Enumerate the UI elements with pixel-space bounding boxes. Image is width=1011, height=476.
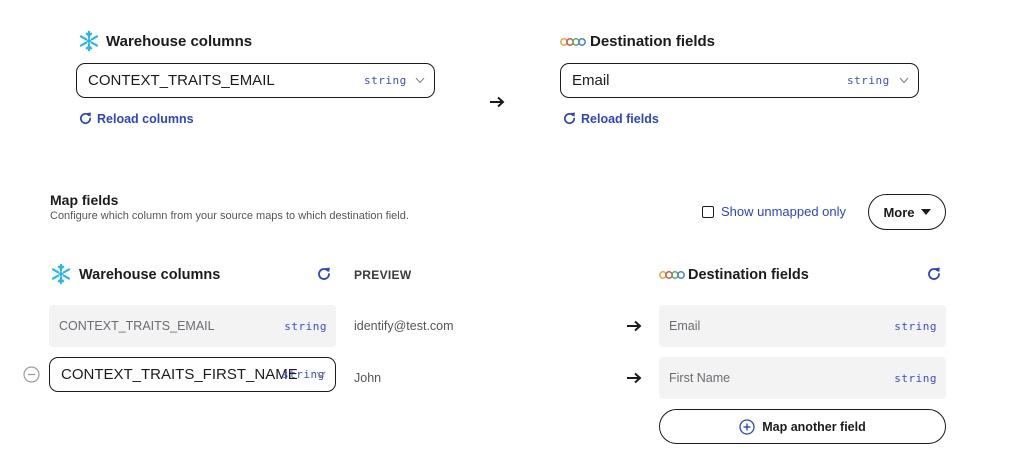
- destination-logo-icon: [659, 268, 685, 282]
- map-another-field-label: Map another field: [762, 419, 866, 434]
- reload-fields-link[interactable]: Reload fields: [562, 111, 659, 126]
- row-1-source-field: CONTEXT_TRAITS_EMAIL string: [49, 305, 336, 347]
- row-2-destination-field[interactable]: First Name string: [659, 357, 946, 399]
- source-column-value: CONTEXT_TRAITS_EMAIL: [88, 72, 275, 89]
- row-1-source-type: string: [284, 320, 327, 333]
- destination-title: Destination fields: [590, 33, 716, 50]
- arrow-right-icon: [626, 372, 642, 384]
- row-1-preview: identify@test.com: [354, 319, 454, 333]
- chevron-down-icon: [315, 368, 327, 380]
- destination-logo-icon: [560, 35, 586, 49]
- show-unmapped-checkbox[interactable]: [702, 205, 714, 218]
- source-column-select[interactable]: CONTEXT_TRAITS_EMAIL string: [76, 63, 435, 98]
- reload-columns-link[interactable]: Reload columns: [78, 111, 194, 126]
- row-1-destination-value: Email: [669, 319, 701, 333]
- row-1-destination-field: Email string: [659, 305, 946, 347]
- reload-fields-label: Reload fields: [581, 112, 659, 126]
- caret-down-icon: [920, 209, 931, 215]
- row-2-destination-type: string: [894, 372, 937, 385]
- source-type-badge: string: [364, 74, 407, 87]
- refresh-icon: [562, 111, 577, 126]
- refresh-fields-icon[interactable]: [926, 266, 942, 282]
- arrow-right-icon: [626, 320, 642, 332]
- map-fields-description: Configure which column from your source …: [50, 210, 409, 222]
- map-another-field-button[interactable]: Map another field: [659, 409, 946, 444]
- destination-type-badge: string: [847, 74, 890, 87]
- refresh-icon: [78, 111, 93, 126]
- source-title: Warehouse columns: [106, 33, 253, 50]
- refresh-columns-icon[interactable]: [316, 266, 332, 282]
- snowflake-logo-icon: [78, 30, 100, 52]
- arrow-right-icon: [489, 96, 505, 108]
- row-2-destination-value: First Name: [669, 371, 731, 385]
- destination-field-select[interactable]: Email string: [560, 63, 919, 98]
- snowflake-logo-icon: [50, 263, 72, 285]
- more-label: More: [883, 204, 915, 220]
- map-fields-title: Map fields: [50, 192, 119, 208]
- show-unmapped-label: Show unmapped only: [721, 204, 847, 219]
- row-1-destination-type: string: [894, 320, 937, 333]
- source-column-header: Warehouse columns: [79, 267, 221, 283]
- remove-row-minus-circle-icon[interactable]: [23, 366, 40, 383]
- row-2-preview: John: [354, 371, 382, 385]
- row-1-source-value: CONTEXT_TRAITS_EMAIL: [59, 319, 215, 333]
- destination-field-value: Email: [572, 72, 610, 89]
- reload-columns-label: Reload columns: [97, 112, 194, 126]
- show-unmapped-toggle[interactable]: Show unmapped only: [702, 204, 846, 219]
- destination-column-header: Destination fields: [688, 267, 809, 283]
- chevron-down-icon: [414, 74, 426, 86]
- row-2-source-value: CONTEXT_TRAITS_FIRST_NAME: [61, 366, 298, 383]
- more-button[interactable]: More: [868, 194, 946, 230]
- row-2-source-select[interactable]: CONTEXT_TRAITS_FIRST_NAME string: [49, 357, 336, 392]
- preview-column-header: PREVIEW: [354, 268, 412, 282]
- chevron-down-icon: [898, 74, 910, 86]
- plus-circle-icon: [739, 418, 755, 435]
